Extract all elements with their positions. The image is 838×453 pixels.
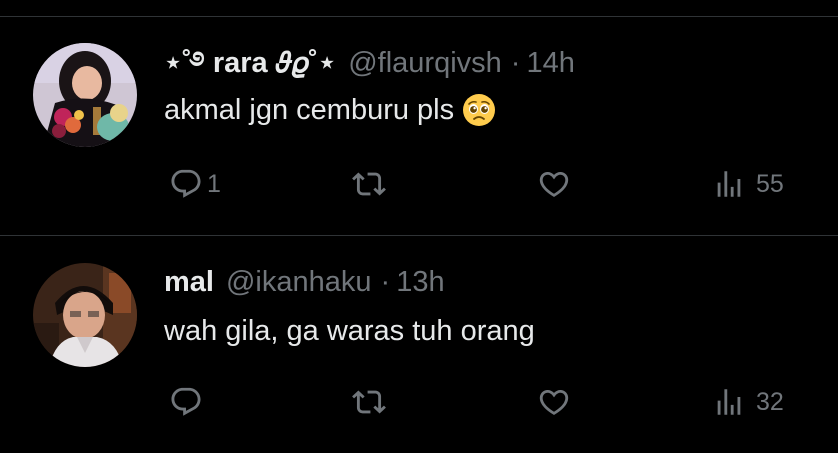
views-button[interactable]: 55 [712,164,784,204]
views-button[interactable]: 32 [712,382,784,422]
timestamp[interactable]: 14h [526,45,574,81]
retweet-icon [352,172,386,196]
timestamp[interactable]: 13h [396,264,444,300]
views-count: 55 [756,169,784,198]
user-handle[interactable]: @ikanhaku [226,264,372,300]
user-handle[interactable]: @flaurqivsh [348,45,502,81]
avatar[interactable] [33,43,137,147]
reply-count: 1 [207,169,221,198]
separator-dot: · [380,266,391,298]
like-button[interactable] [537,382,575,422]
tweet[interactable]: mal @ikanhaku · 13h wah gila, ga waras t… [0,236,838,453]
display-name[interactable]: ⋆˚࿔ rara 𝜗𝜚˚⋆ [164,45,336,81]
retweet-button[interactable] [352,164,390,204]
separator-dot: · [510,47,521,79]
avatar-image [33,43,137,147]
like-icon [539,171,569,197]
reply-icon [171,169,201,198]
views-icon [717,171,741,197]
tweet-actions: 1 55 [0,164,838,204]
retweet-button[interactable] [352,382,390,422]
reply-feed: ⋆˚࿔ rara 𝜗𝜚˚⋆ @flaurqivsh · 14h akmal jg… [0,0,838,453]
tweet-text: akmal jgn cemburu pls [164,94,455,126]
display-name[interactable]: mal [164,264,214,300]
retweet-icon [352,390,386,414]
tweet[interactable]: ⋆˚࿔ rara 𝜗𝜚˚⋆ @flaurqivsh · 14h akmal jg… [0,17,838,235]
views-count: 32 [756,387,784,416]
tweet-text: wah gila, ga waras tuh orang [164,315,535,347]
avatar[interactable] [33,263,137,367]
views-icon [717,389,741,415]
reply-button[interactable] [169,382,207,422]
reply-button[interactable]: 1 [169,164,221,204]
tweet-actions: 32 [0,382,838,422]
tweet-text-container: akmal jgn cemburu pls [164,91,496,129]
avatar-image [33,263,137,367]
like-icon [539,389,569,415]
tweet-text-container: wah gila, ga waras tuh orang [164,312,535,350]
like-button[interactable] [537,164,575,204]
tweet-header: ⋆˚࿔ rara 𝜗𝜚˚⋆ @flaurqivsh · 14h [164,45,575,81]
pleading-face-emoji-icon [462,93,496,127]
reply-icon [171,387,201,416]
tweet-header: mal @ikanhaku · 13h [164,264,445,300]
